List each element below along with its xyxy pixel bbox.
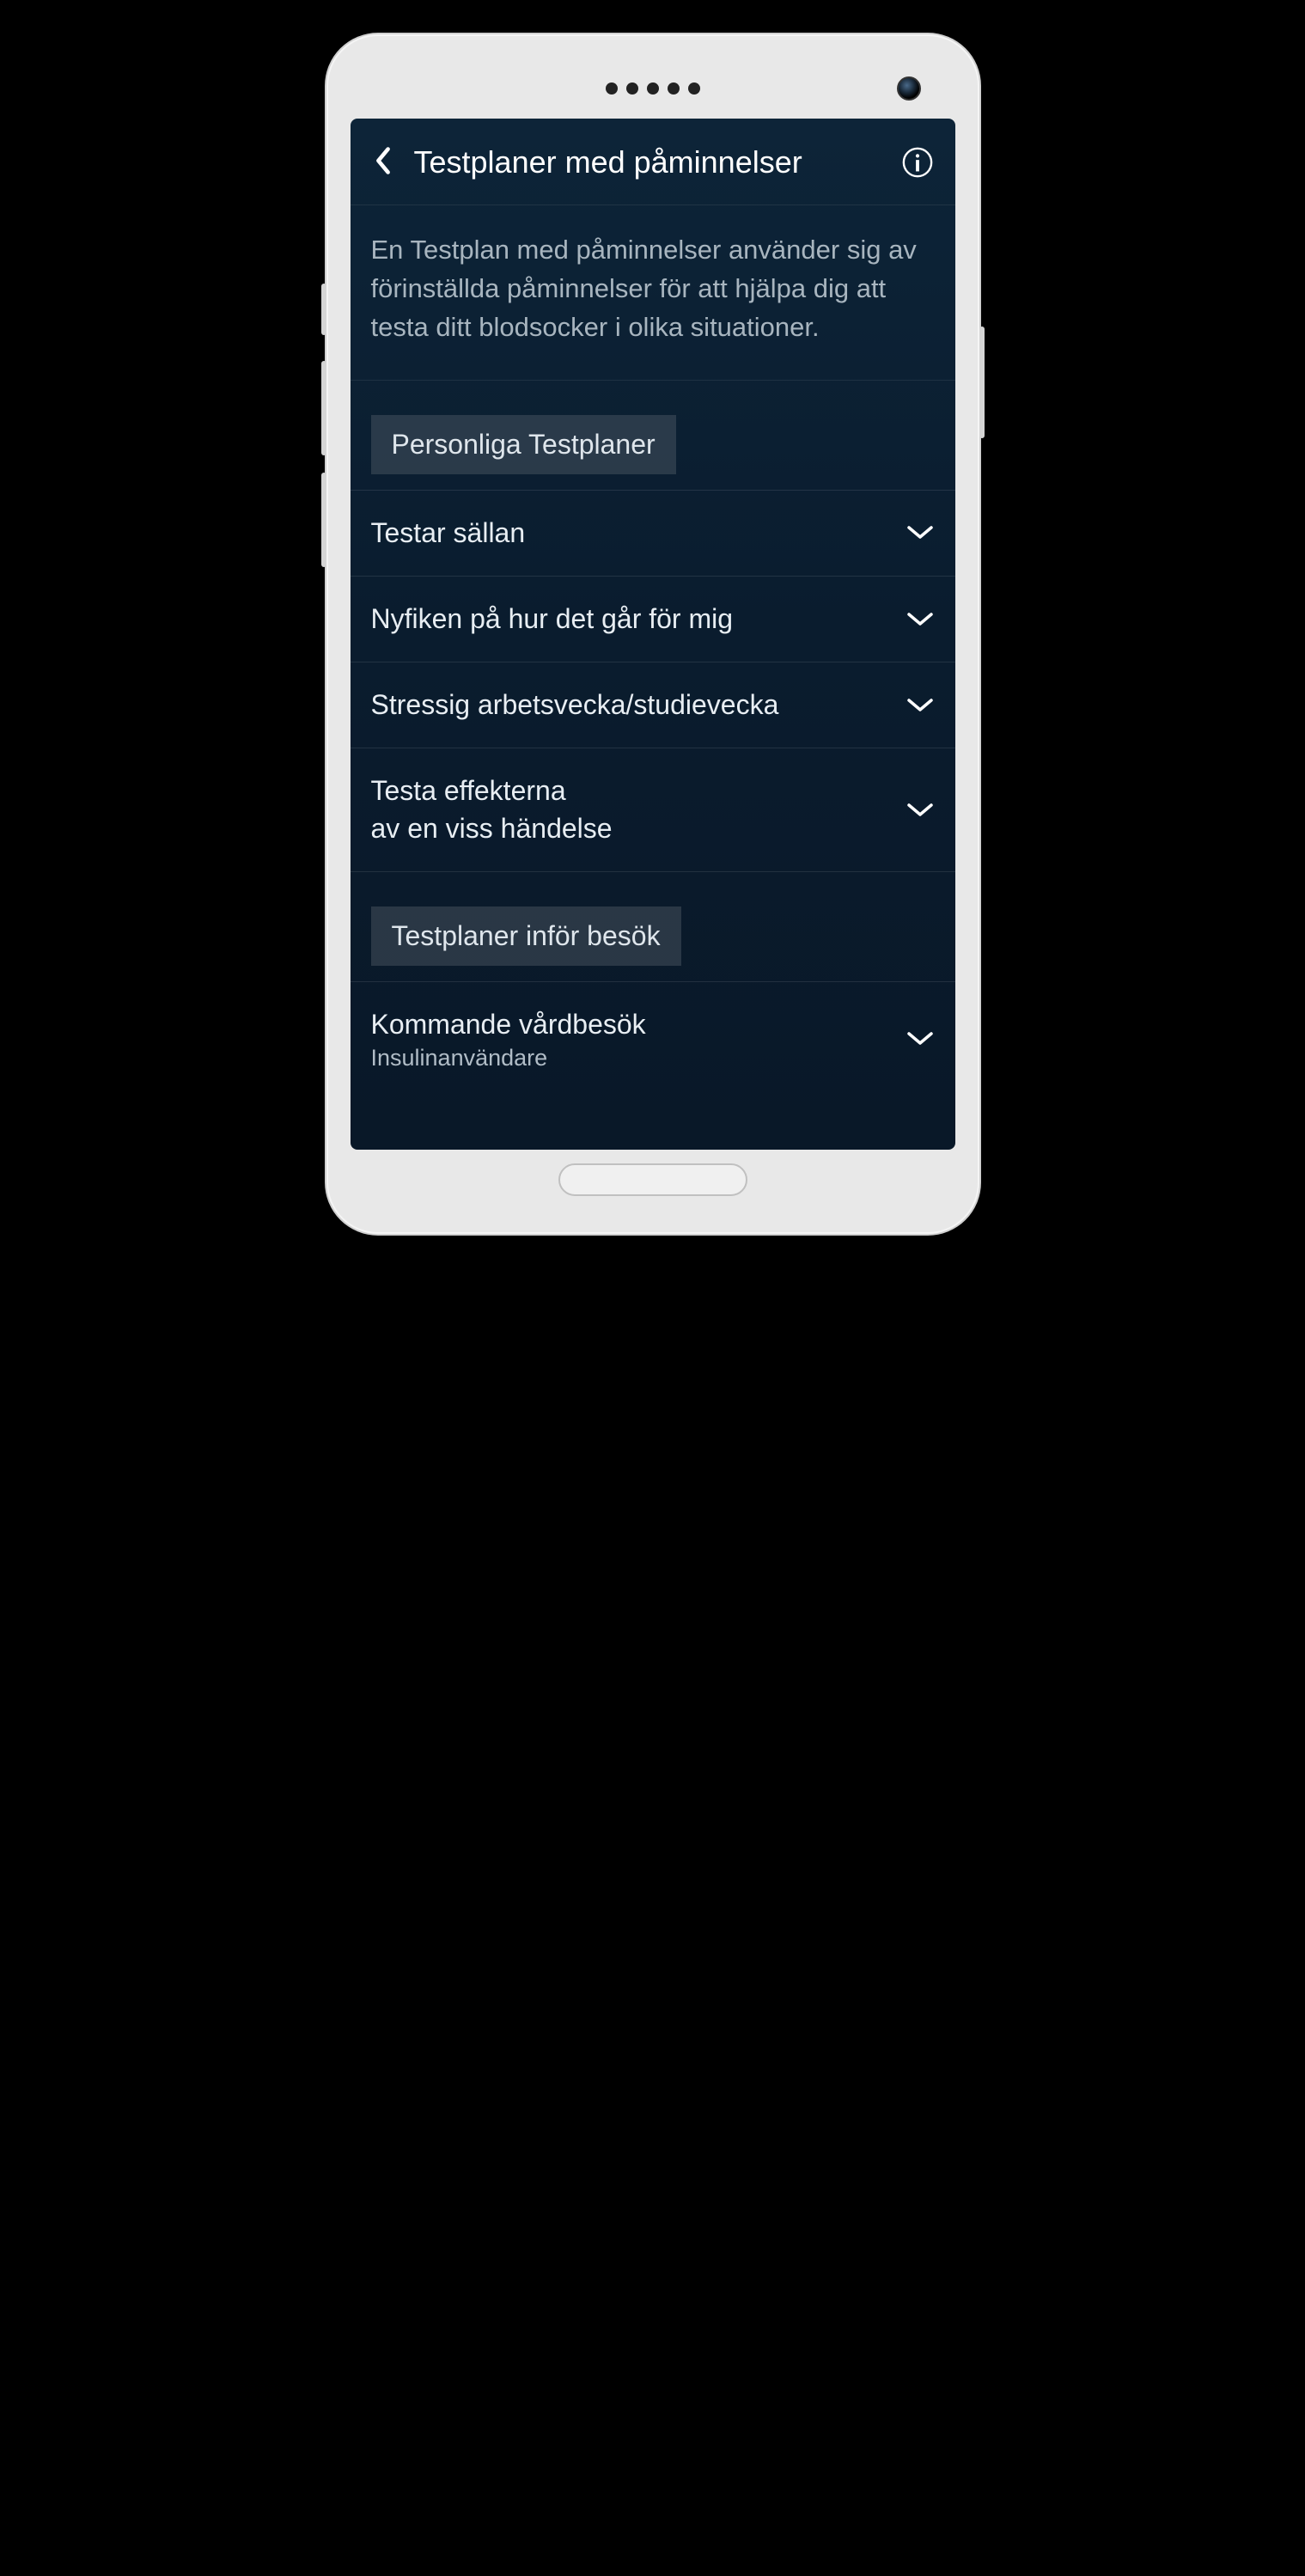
phone-side-button bbox=[321, 361, 326, 455]
phone-frame: Testplaner med påminnelser En Testplan m… bbox=[326, 34, 979, 1234]
phone-top-bezel bbox=[351, 58, 955, 119]
app-header: Testplaner med påminnelser bbox=[351, 119, 955, 205]
phone-side-button bbox=[321, 473, 326, 567]
item-text: Testa effekterna av en viss händelse bbox=[371, 772, 888, 846]
chevron-down-icon bbox=[906, 1030, 935, 1047]
section-personal: Personliga Testplaner Testar sällan Nyfi… bbox=[351, 381, 955, 872]
chevron-down-icon bbox=[906, 802, 935, 819]
description-text: En Testplan med påminnelser använder sig… bbox=[371, 231, 935, 347]
section-title: Personliga Testplaner bbox=[392, 429, 656, 461]
item-label: Stressig arbetsvecka/studievecka bbox=[371, 687, 888, 723]
list-item-rarely-tests[interactable]: Testar sällan bbox=[351, 490, 955, 577]
item-label: Testa effekterna av en viss händelse bbox=[371, 772, 888, 846]
description-block: En Testplan med påminnelser använder sig… bbox=[351, 205, 955, 381]
item-text: Testar sällan bbox=[371, 515, 888, 552]
section-title: Testplaner inför besök bbox=[392, 920, 661, 952]
section-header: Personliga Testplaner bbox=[371, 415, 676, 474]
list-item-curious[interactable]: Nyfiken på hur det går för mig bbox=[351, 577, 955, 662]
list-item-test-effects[interactable]: Testa effekterna av en viss händelse bbox=[351, 748, 955, 871]
item-list: Kommande vårdbesök Insulinanvändare bbox=[351, 981, 955, 1096]
item-label: Nyfiken på hur det går för mig bbox=[371, 601, 888, 638]
item-text: Nyfiken på hur det går för mig bbox=[371, 601, 888, 638]
list-item-stressful-week[interactable]: Stressig arbetsvecka/studievecka bbox=[351, 662, 955, 748]
phone-side-button bbox=[321, 284, 326, 335]
item-label: Kommande vårdbesök bbox=[371, 1006, 888, 1043]
phone-side-button bbox=[979, 327, 985, 438]
section-visit: Testplaner inför besök Kommande vårdbesö… bbox=[351, 872, 955, 1096]
chevron-down-icon bbox=[906, 697, 935, 714]
section-header: Testplaner inför besök bbox=[371, 906, 681, 966]
item-text: Kommande vårdbesök Insulinanvändare bbox=[371, 1006, 888, 1071]
chevron-down-icon bbox=[906, 524, 935, 541]
item-text: Stressig arbetsvecka/studievecka bbox=[371, 687, 888, 723]
back-button[interactable] bbox=[371, 145, 395, 180]
app-screen: Testplaner med påminnelser En Testplan m… bbox=[351, 119, 955, 1150]
info-button[interactable] bbox=[900, 145, 935, 180]
info-icon bbox=[901, 146, 934, 179]
item-label: Testar sällan bbox=[371, 515, 888, 552]
item-list: Testar sällan Nyfiken på hur det går för… bbox=[351, 490, 955, 872]
speaker-grille bbox=[606, 82, 700, 95]
home-button[interactable] bbox=[558, 1163, 747, 1196]
front-camera bbox=[897, 76, 921, 101]
list-item-upcoming-visit[interactable]: Kommande vårdbesök Insulinanvändare bbox=[351, 981, 955, 1096]
item-sublabel: Insulinanvändare bbox=[371, 1045, 888, 1071]
phone-bottom-bezel bbox=[351, 1150, 955, 1210]
page-title: Testplaner med påminnelser bbox=[414, 144, 881, 180]
chevron-left-icon bbox=[371, 145, 395, 176]
chevron-down-icon bbox=[906, 611, 935, 628]
